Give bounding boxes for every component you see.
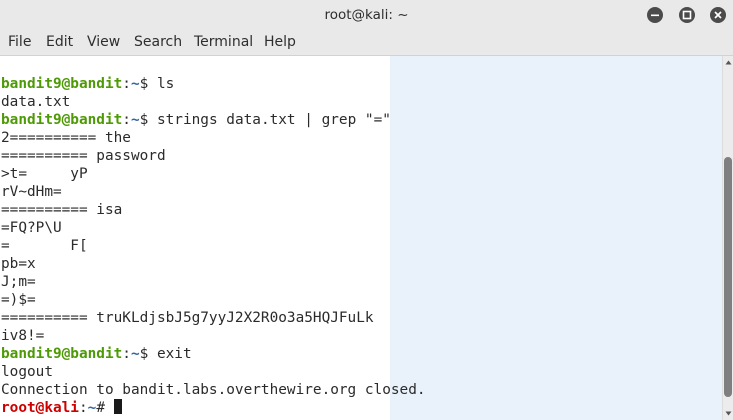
output-text: logout [1,364,53,380]
prompt-path: ~ [130,112,140,128]
command-text: ls [148,76,175,92]
prompt-user: root@kali [1,400,79,416]
minimize-icon [651,14,659,17]
prompt-path: ~ [130,76,140,92]
prompt-user: bandit9@bandit [1,112,123,128]
command-text: strings data.txt | grep "=" [148,112,391,128]
close-icon [714,11,722,19]
output-text: ========== truKLdjsbJ5g7yyJ2X2R0o3a5HQJF… [1,310,374,326]
output-line: 2========== the [1,129,426,147]
output-text: ========== password [1,148,166,164]
prompt-symbol: # [96,400,105,416]
terminal-output[interactable]: bandit9@bandit:~$ ls data.txt bandit9@band… [0,56,722,420]
output-line: rV~dHm= [1,183,426,201]
output-text: 2========== the [1,130,131,146]
close-button[interactable] [710,7,726,23]
output-line: =)$= [1,291,426,309]
menu-search[interactable]: Search [134,30,182,55]
command-text [105,400,114,416]
prompt-path: ~ [130,346,140,362]
prompt-separator: : [122,76,131,92]
scroll-down-icon[interactable] [725,410,732,417]
scrollbar-thumb[interactable] [724,157,732,397]
prompt-symbol: $ [139,76,149,92]
prompt-line: bandit9@bandit:~$ ls [1,75,426,93]
prompt-symbol: $ [139,346,149,362]
command-text: exit [148,346,192,362]
output-line: ========== isa [1,201,426,219]
prompt-line: bandit9@bandit:~$ strings data.txt | gre… [1,111,426,129]
output-line: pb=x [1,255,426,273]
prompt-separator: : [78,400,88,416]
prompt-separator: : [122,346,131,362]
menu-file[interactable]: File [8,30,31,55]
output-line: Connection to bandit.labs.overthewire.or… [1,381,426,399]
output-line: ========== password [1,147,426,165]
output-line: iv8!= [1,327,426,345]
scroll-up-icon[interactable] [725,59,732,66]
prompt-user: bandit9@bandit [1,76,123,92]
prompt-separator: : [122,112,131,128]
output-text: J;m= [1,274,36,290]
output-line: >t= yP [1,165,426,183]
terminal-window: root@kali: ~ File Edit View Search Termi… [0,0,733,420]
output-line: J;m= [1,273,426,291]
output-text: data.txt [1,94,71,110]
menu-terminal[interactable]: Terminal [194,30,253,55]
output-text: =FQ?P\U [1,220,62,236]
prompt-user: bandit9@bandit [1,346,123,362]
menu-view[interactable]: View [87,30,120,55]
maximize-button[interactable] [679,7,695,23]
text-cursor [113,399,122,414]
menu-help[interactable]: Help [264,30,296,55]
output-text: rV~dHm= [1,184,62,200]
output-line: ========== truKLdjsbJ5g7yyJ2X2R0o3a5HQJF… [1,309,426,327]
output-text: =)$= [1,292,36,308]
prompt-line: bandit9@bandit:~$ exit [1,345,426,363]
menu-edit[interactable]: Edit [46,30,73,55]
output-text: >t= yP [1,166,88,182]
output-line: = F[ [1,237,426,255]
output-text: pb=x [1,256,36,272]
prompt-symbol: $ [139,112,149,128]
output-line: data.txt [1,93,426,111]
title-bar[interactable]: root@kali: ~ [0,0,733,30]
minimize-button[interactable] [647,7,663,23]
output-text: iv8!= [1,328,45,344]
output-line: logout [1,363,426,381]
output-text: = F[ [1,238,88,254]
output-line: =FQ?P\U [1,219,426,237]
window-title: root@kali: ~ [324,7,409,23]
output-text: Connection to bandit.labs.overthewire.or… [1,382,426,398]
prompt-line: root@kali:~# [1,399,426,417]
maximize-icon [682,10,692,20]
output-text: ========== isa [1,202,123,218]
scrollbar[interactable] [722,56,733,420]
terminal-screen: bandit9@bandit:~$ ls data.txt bandit9@band… [1,75,426,417]
right-panel-tint [390,56,722,420]
menu-bar: File Edit View Search Terminal Help [0,30,733,56]
